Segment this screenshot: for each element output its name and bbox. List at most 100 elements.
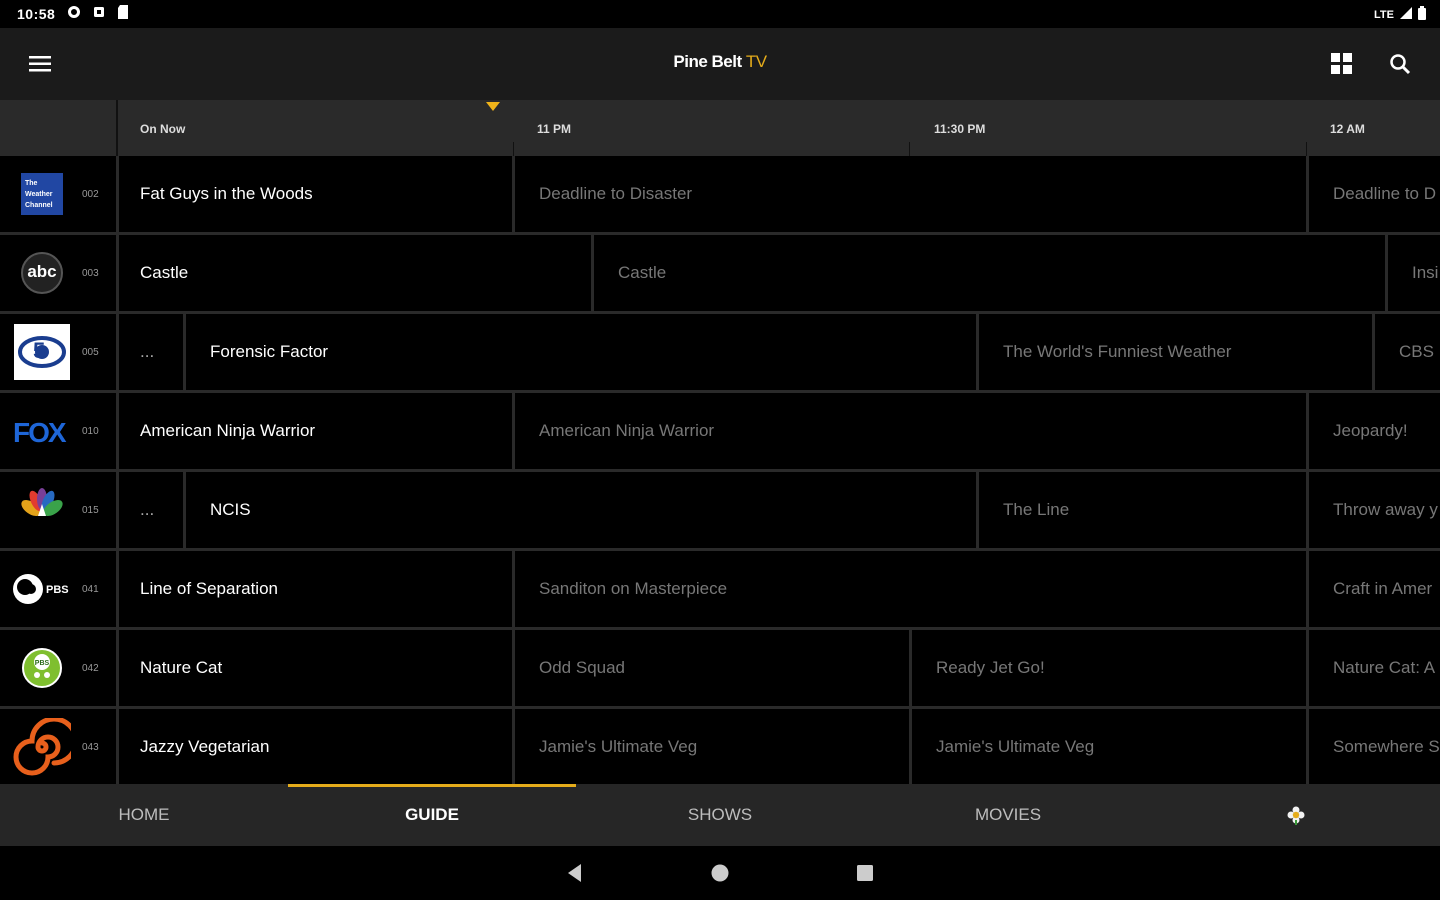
program-cell[interactable]: Jazzy Vegetarian xyxy=(116,709,515,784)
battery-icon xyxy=(1418,6,1426,23)
svg-text:The: The xyxy=(25,180,38,187)
program-cell[interactable]: Castle xyxy=(116,235,594,311)
channel-cell[interactable]: The Weather Channel 002 xyxy=(0,156,119,232)
program-cell[interactable]: Deadline to D xyxy=(1309,156,1440,232)
program-cell[interactable]: Throw away y xyxy=(1309,472,1440,548)
channel-cell[interactable]: 015 xyxy=(0,472,119,548)
guide-row: 043 Jazzy Vegetarian Jamie's Ultimate Ve… xyxy=(0,709,1440,784)
bottom-navigation: HOME GUIDE SHOWS MOVIES xyxy=(0,784,1440,846)
network-type: LTE xyxy=(1374,8,1394,21)
program-cell[interactable]: Jamie's Ultimate Veg xyxy=(515,709,912,784)
recents-button[interactable] xyxy=(855,863,875,888)
channel-number: 043 xyxy=(82,742,99,753)
channel-cell[interactable]: 5 005 xyxy=(0,314,119,390)
tab-shows[interactable]: SHOWS xyxy=(576,784,864,846)
channel-number: 015 xyxy=(82,505,99,516)
timeline-corner xyxy=(0,100,118,156)
pbs-logo: PBS xyxy=(12,561,72,617)
tab-home[interactable]: HOME xyxy=(0,784,288,846)
program-cell[interactable]: Line of Separation xyxy=(116,551,515,627)
create-tv-logo xyxy=(12,718,72,776)
program-cell[interactable]: Nature Cat: A xyxy=(1309,630,1440,706)
tab-movies[interactable]: MOVIES xyxy=(864,784,1152,846)
channel-number: 003 xyxy=(82,268,99,279)
guide-row: PBS 041 Line of Separation Sanditon on M… xyxy=(0,551,1440,630)
program-guide: The Weather Channel 002 Fat Guys in the … xyxy=(0,156,1440,784)
channel-cell[interactable]: abc 003 xyxy=(0,235,119,311)
svg-text:Channel: Channel xyxy=(25,202,53,209)
grid-view-button[interactable] xyxy=(1328,50,1356,78)
channel-cell[interactable]: PBS 041 xyxy=(0,551,119,627)
channel-number: 041 xyxy=(82,584,99,595)
channel-cell[interactable]: 043 xyxy=(0,709,119,784)
channel-cell[interactable]: PBS 042 xyxy=(0,630,119,706)
channel-number: 042 xyxy=(82,663,99,674)
weather-channel-logo: The Weather Channel xyxy=(12,166,72,222)
svg-text:5: 5 xyxy=(33,338,45,363)
status-bar: 10:58 LTE xyxy=(0,0,1440,28)
tab-guide[interactable]: GUIDE xyxy=(288,784,576,846)
svg-text:abc: abc xyxy=(27,262,56,281)
abc-logo: abc xyxy=(12,245,72,301)
time-tick xyxy=(909,142,910,156)
app-title-accent: TV xyxy=(745,52,767,71)
home-button[interactable] xyxy=(710,863,730,888)
app-bar: Pine Belt TV xyxy=(0,28,1440,100)
program-cell[interactable]: NCIS xyxy=(186,472,979,548)
guide-row: PBS 042 Nature Cat Odd Squad Ready Jet G… xyxy=(0,630,1440,709)
status-time: 10:58 xyxy=(17,6,56,22)
channel-number: 010 xyxy=(82,426,99,437)
notification-status-icon xyxy=(93,5,105,23)
search-button[interactable] xyxy=(1386,50,1414,78)
tab-extra[interactable] xyxy=(1152,784,1440,846)
guide-row: 5 005 ... Forensic Factor The World's Fu… xyxy=(0,314,1440,393)
program-cell[interactable]: Insi xyxy=(1388,235,1440,311)
program-cell[interactable]: Jeopardy! xyxy=(1309,393,1440,469)
sd-card-status-icon xyxy=(117,4,129,24)
program-cell[interactable]: Craft in Amer xyxy=(1309,551,1440,627)
program-cell[interactable]: The World's Funniest Weather xyxy=(979,314,1375,390)
search-icon xyxy=(1390,54,1411,75)
channel-number: 005 xyxy=(82,347,99,358)
program-cell[interactable]: Nature Cat xyxy=(116,630,515,706)
back-button[interactable] xyxy=(565,863,585,888)
svg-text:FOX: FOX xyxy=(13,417,67,448)
program-cell[interactable]: Fat Guys in the Woods xyxy=(116,156,515,232)
program-cell[interactable]: Castle xyxy=(594,235,1388,311)
program-cell[interactable]: Somewhere S xyxy=(1309,709,1440,784)
program-cell[interactable]: American Ninja Warrior xyxy=(515,393,1309,469)
program-cell[interactable]: The Line xyxy=(979,472,1309,548)
cbs5-logo: 5 xyxy=(12,324,72,380)
back-triangle-icon xyxy=(568,864,581,882)
time-tick xyxy=(1306,142,1307,156)
program-cell[interactable]: Deadline to Disaster xyxy=(515,156,1309,232)
program-cell[interactable]: Sanditon on Masterpiece xyxy=(515,551,1309,627)
program-cell[interactable]: Jamie's Ultimate Veg xyxy=(912,709,1309,784)
app-title: Pine Belt TV xyxy=(0,52,1440,72)
nbc-logo xyxy=(12,482,72,538)
channel-number: 002 xyxy=(82,189,99,200)
program-cell[interactable]: ... xyxy=(116,314,186,390)
guide-row: 015 ... NCIS The Line Throw away y xyxy=(0,472,1440,551)
time-label-12am: 12 AM xyxy=(1330,122,1365,136)
time-label-11pm: 11 PM xyxy=(537,122,572,136)
timeline-header: On Now 11 PM 11:30 PM 12 AM xyxy=(0,100,1440,156)
svg-text:Weather: Weather xyxy=(25,191,53,198)
fox-logo: FOX xyxy=(12,403,72,459)
pbs-kids-logo: PBS xyxy=(12,640,72,696)
program-cell[interactable]: ... xyxy=(116,472,186,548)
guide-row: FOX 010 American Ninja Warrior American … xyxy=(0,393,1440,472)
app-title-main: Pine Belt xyxy=(673,52,742,71)
recents-square-icon xyxy=(857,865,873,881)
settings-status-icon xyxy=(67,5,81,24)
signal-icon xyxy=(1400,7,1412,22)
program-cell[interactable]: Ready Jet Go! xyxy=(912,630,1309,706)
channel-cell[interactable]: FOX 010 xyxy=(0,393,119,469)
time-label-on-now: On Now xyxy=(140,122,186,136)
time-tick xyxy=(513,142,514,156)
svg-text:PBS: PBS xyxy=(46,584,69,596)
program-cell[interactable]: Odd Squad xyxy=(515,630,912,706)
program-cell[interactable]: CBS I xyxy=(1375,314,1440,390)
program-cell[interactable]: American Ninja Warrior xyxy=(116,393,515,469)
program-cell[interactable]: Forensic Factor xyxy=(186,314,979,390)
